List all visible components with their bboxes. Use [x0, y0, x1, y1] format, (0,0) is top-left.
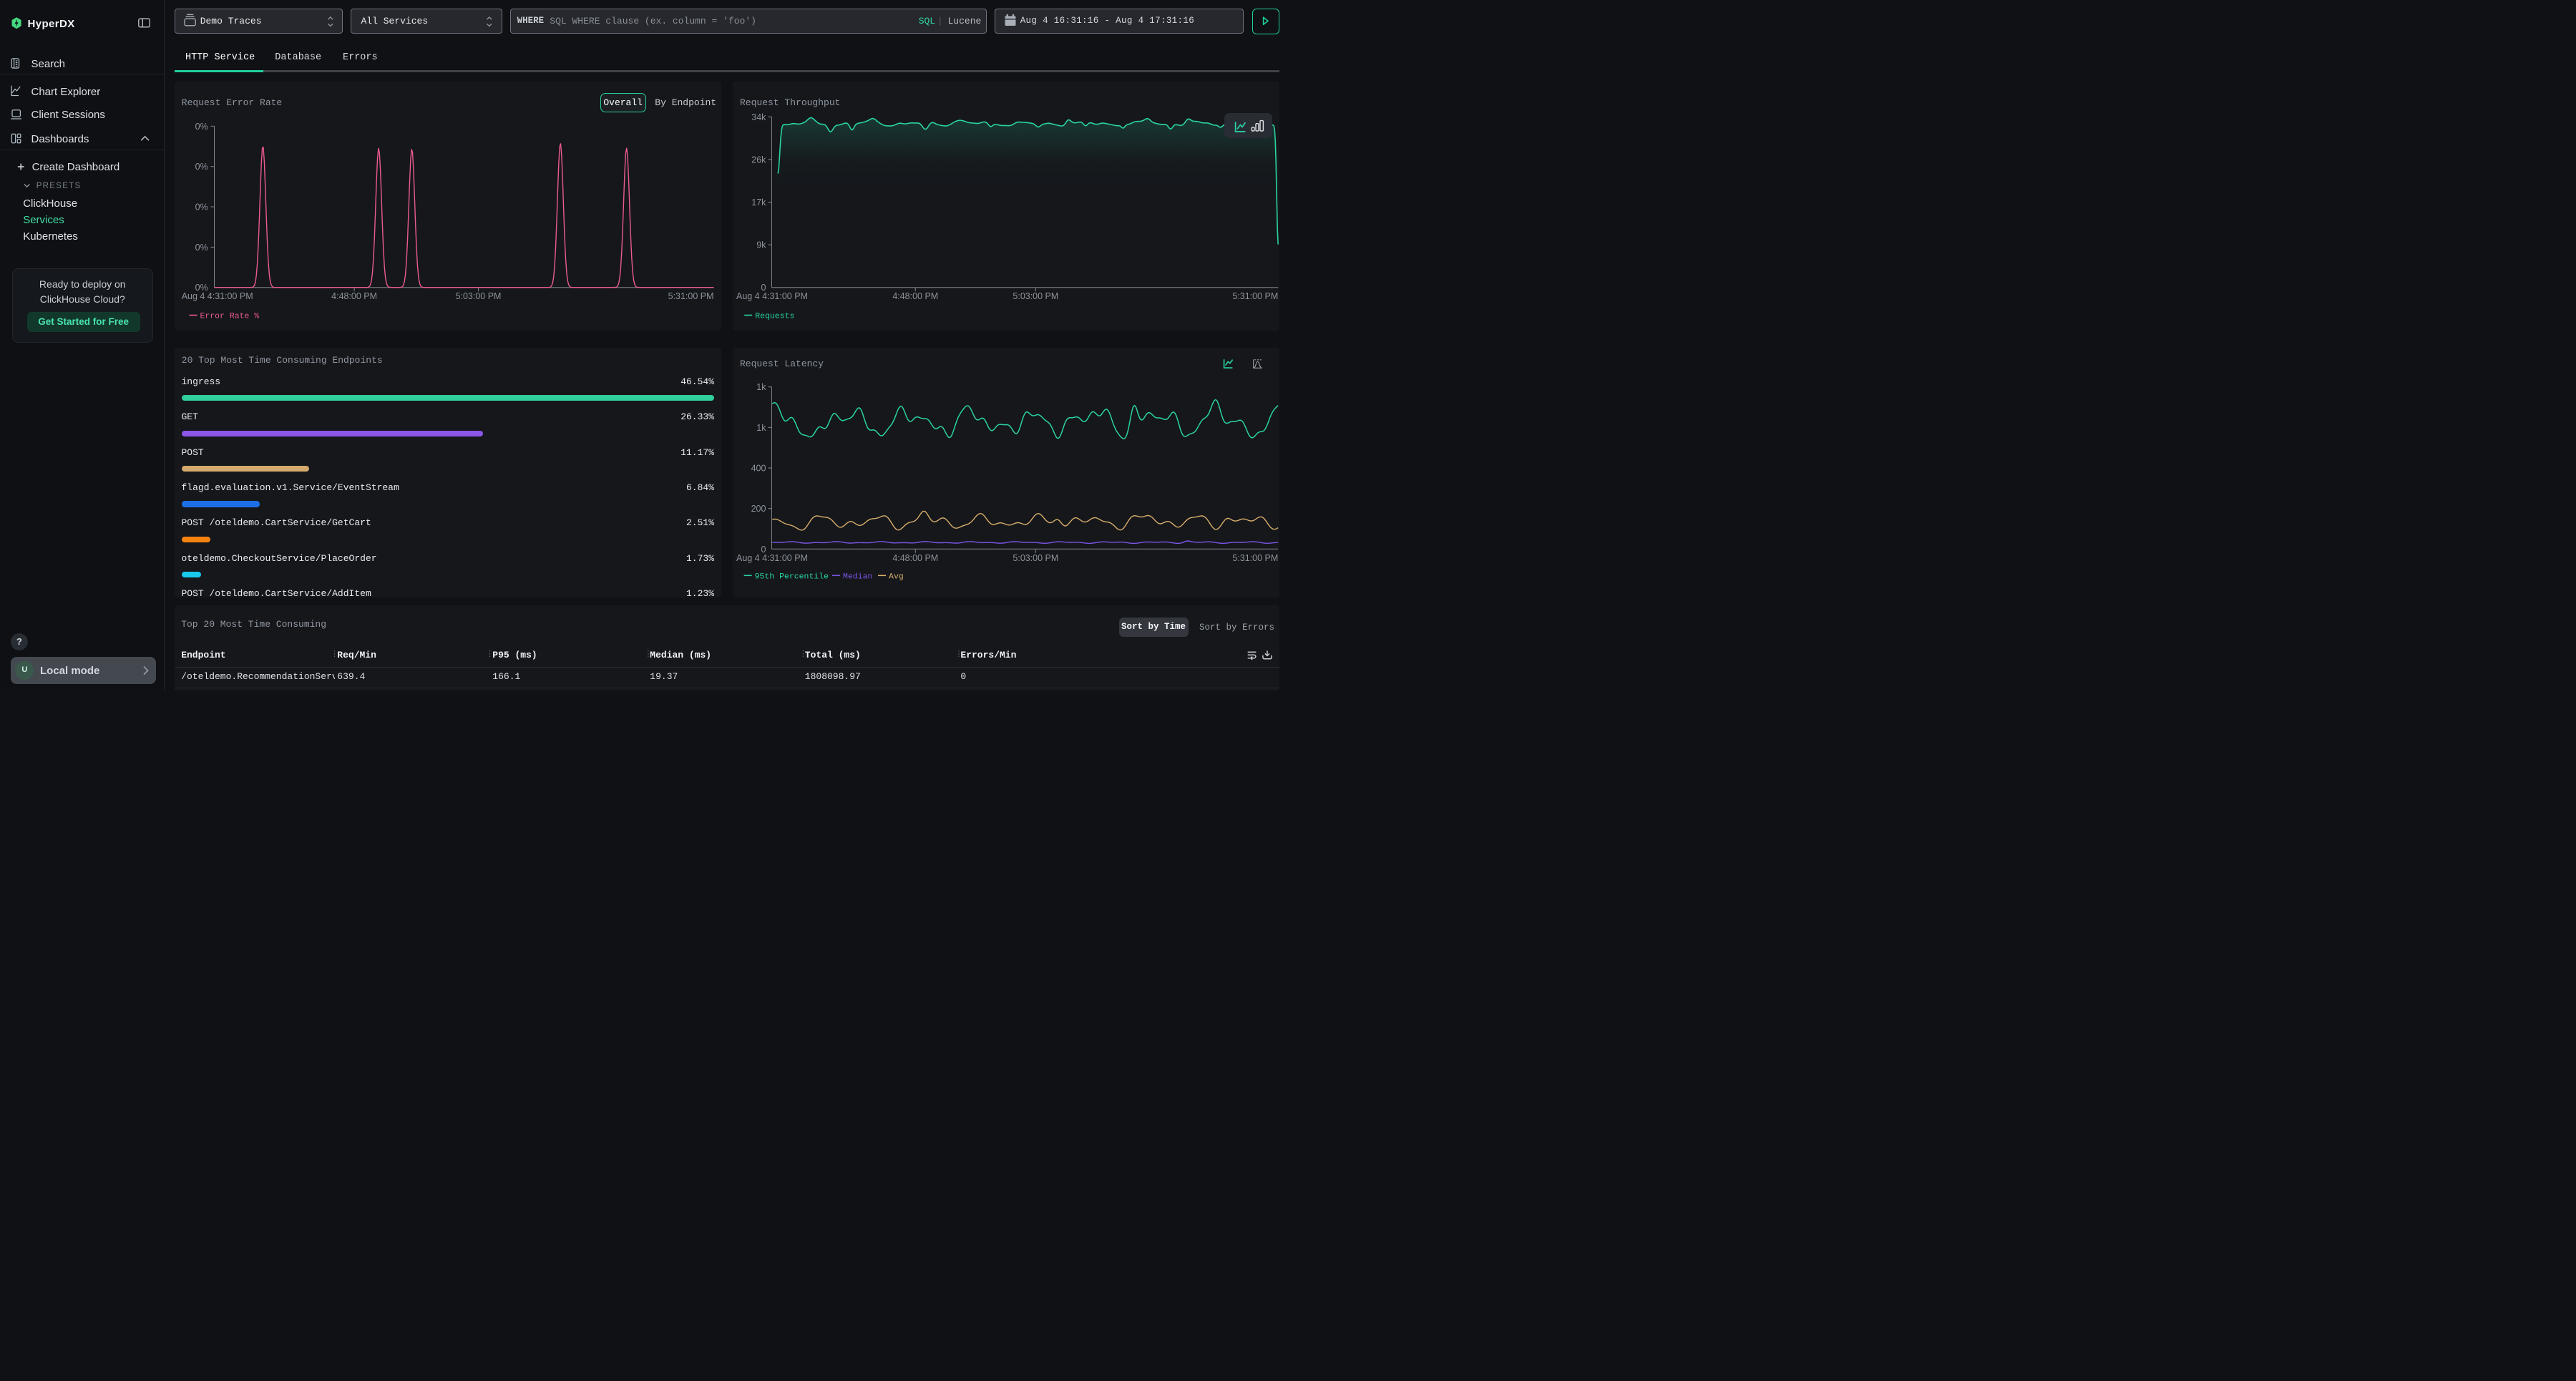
svg-text:5:31:00 PM: 5:31:00 PM	[668, 291, 713, 301]
svg-text:4:48:00 PM: 4:48:00 PM	[331, 291, 377, 301]
svg-text:Error Rate %: Error Rate %	[200, 311, 259, 321]
svg-text:0%: 0%	[195, 202, 208, 212]
svg-text:4:48:00 PM: 4:48:00 PM	[892, 552, 938, 562]
svg-text:5:03:00 PM: 5:03:00 PM	[1013, 552, 1058, 562]
svg-text:9k: 9k	[756, 240, 766, 250]
svg-text:Aug 4 4:31:00 PM: Aug 4 4:31:00 PM	[736, 291, 808, 301]
svg-text:1k: 1k	[756, 423, 766, 433]
svg-text:4:48:00 PM: 4:48:00 PM	[892, 291, 938, 301]
svg-text:5:03:00 PM: 5:03:00 PM	[455, 291, 501, 301]
svg-text:26k: 26k	[751, 155, 766, 165]
svg-text:5:03:00 PM: 5:03:00 PM	[1013, 291, 1058, 301]
svg-text:34k: 34k	[751, 112, 766, 122]
svg-text:Median: Median	[843, 572, 872, 581]
svg-text:0%: 0%	[195, 242, 208, 252]
svg-text:5:31:00 PM: 5:31:00 PM	[1232, 552, 1278, 562]
svg-text:Avg: Avg	[889, 572, 904, 581]
svg-text:Aug 4 4:31:00 PM: Aug 4 4:31:00 PM	[736, 552, 808, 562]
svg-text:400: 400	[751, 463, 766, 473]
svg-text:Aug 4 4:31:00 PM: Aug 4 4:31:00 PM	[181, 291, 253, 301]
svg-text:1k: 1k	[756, 382, 766, 392]
svg-text:95th Percentile: 95th Percentile	[754, 572, 828, 581]
svg-text:17k: 17k	[751, 197, 766, 207]
svg-text:5:31:00 PM: 5:31:00 PM	[1232, 291, 1278, 301]
svg-text:0%: 0%	[195, 121, 208, 131]
svg-text:200: 200	[751, 504, 766, 514]
svg-text:Requests: Requests	[755, 311, 794, 321]
svg-text:0%: 0%	[195, 162, 208, 172]
